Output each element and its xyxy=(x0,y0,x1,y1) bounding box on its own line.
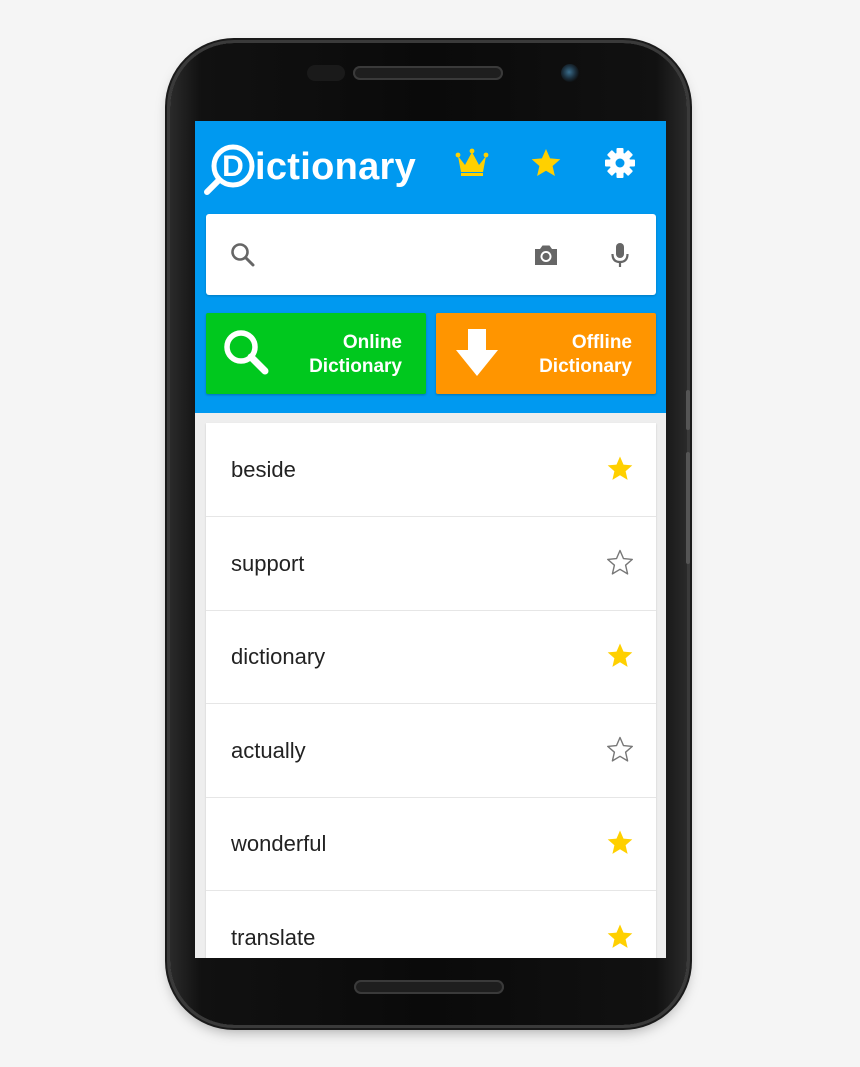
online-dictionary-button[interactable]: Online Dictionary xyxy=(206,313,426,394)
list-item[interactable]: dictionary xyxy=(206,610,656,704)
crown-icon[interactable] xyxy=(454,145,490,181)
app-header: D ictionary Online Dictionary Offline Di… xyxy=(195,121,666,413)
dictionary-logo-icon: D xyxy=(204,144,255,195)
favorites-star-icon[interactable] xyxy=(528,145,564,181)
search-icon xyxy=(228,240,258,270)
app-logo: D ictionary xyxy=(204,141,417,197)
proximity-sensor xyxy=(307,65,345,81)
history-list: beside support dictionary actually wonderful… xyxy=(206,423,656,958)
list-item[interactable]: wonderful xyxy=(206,797,656,891)
star-outline-icon[interactable] xyxy=(605,548,635,578)
list-item[interactable]: actually xyxy=(206,704,656,798)
volume-button xyxy=(686,390,690,430)
list-item[interactable]: translate xyxy=(206,891,656,959)
list-item-word: actually xyxy=(231,737,306,763)
power-button xyxy=(686,452,690,564)
front-camera xyxy=(561,64,579,82)
offline-dictionary-button[interactable]: Offline Dictionary xyxy=(436,313,656,394)
list-item[interactable]: support xyxy=(206,517,656,611)
list-item-word: dictionary xyxy=(231,644,326,669)
microphone-icon[interactable] xyxy=(605,240,635,270)
star-filled-icon[interactable] xyxy=(605,454,635,484)
list-item-word: support xyxy=(231,550,305,576)
top-speaker xyxy=(353,66,503,80)
list-item-word: translate xyxy=(231,924,316,950)
search-bar xyxy=(206,214,656,295)
star-filled-icon[interactable] xyxy=(605,922,635,952)
star-filled-icon[interactable] xyxy=(605,641,635,671)
offline-dictionary-label: Offline Dictionary xyxy=(539,332,632,377)
online-dictionary-label: Online Dictionary xyxy=(309,332,402,377)
logo-letter: D xyxy=(222,150,244,183)
search-icon xyxy=(220,326,274,380)
list-item-word: wonderful xyxy=(231,831,327,856)
list-item-word: beside xyxy=(231,457,296,482)
app-title: ictionary xyxy=(255,145,417,188)
gear-icon[interactable] xyxy=(602,145,638,181)
star-filled-icon[interactable] xyxy=(605,828,635,858)
bottom-speaker xyxy=(354,980,504,994)
star-outline-icon[interactable] xyxy=(605,735,635,765)
list-item[interactable]: beside xyxy=(206,423,656,517)
download-arrow-icon xyxy=(450,326,504,380)
camera-icon[interactable] xyxy=(531,240,561,270)
app-screen: D ictionary Online Dictionary Offline Di… xyxy=(195,121,666,958)
search-input[interactable] xyxy=(272,234,526,276)
